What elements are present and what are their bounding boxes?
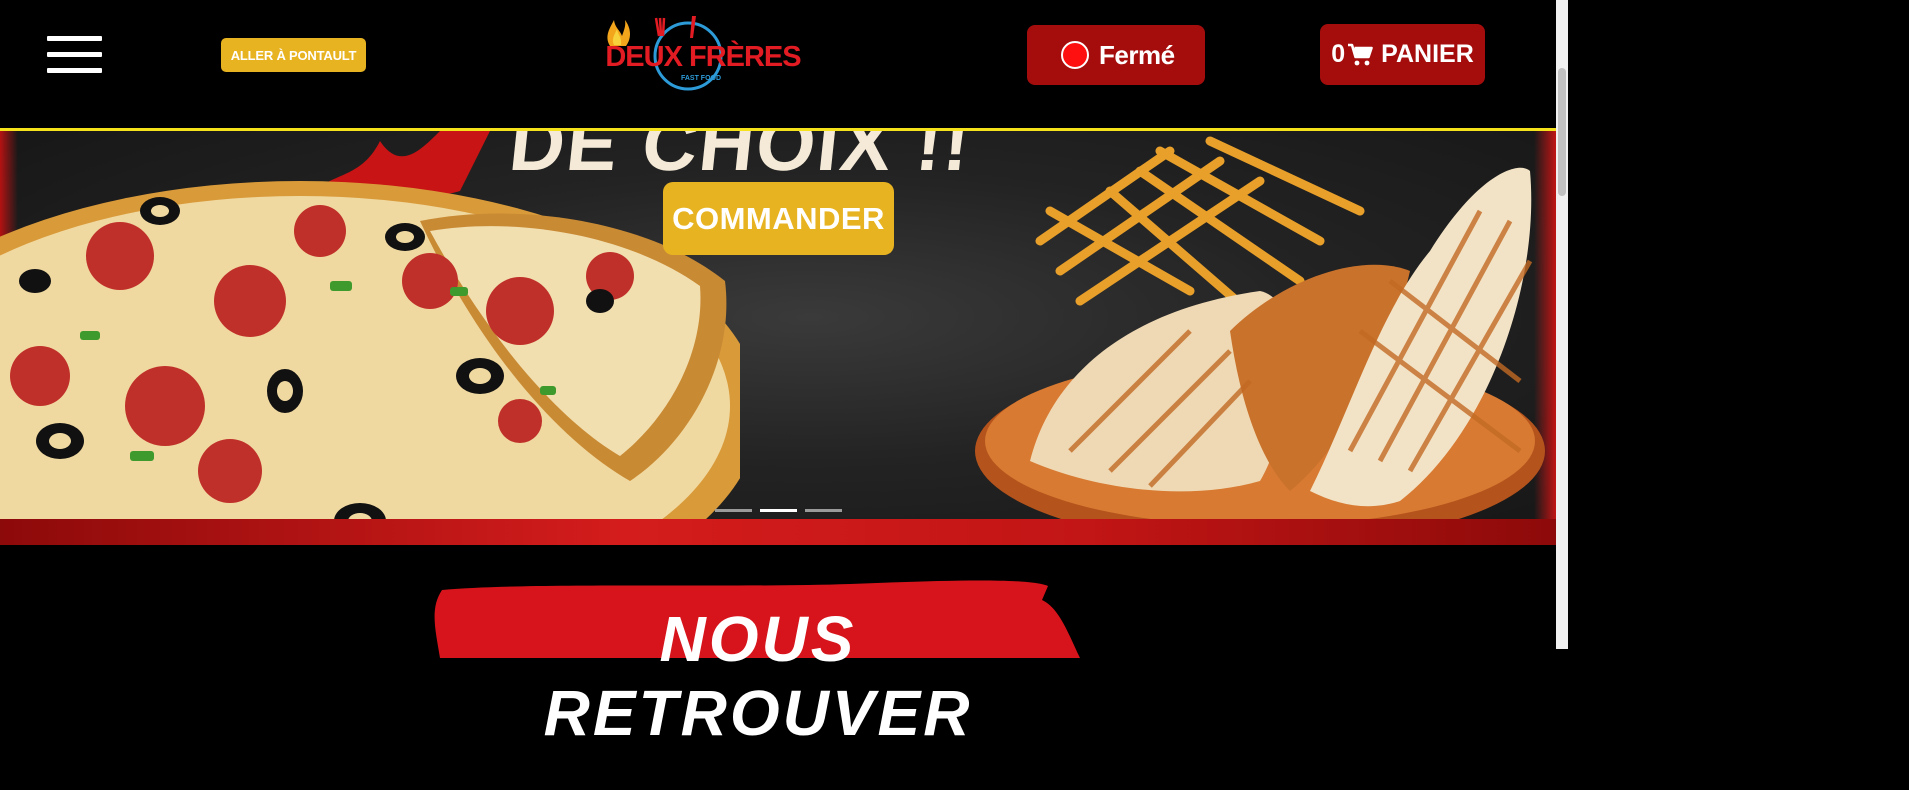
cart-count: 0 xyxy=(1331,40,1346,68)
cart-button[interactable]: 0 PANIER xyxy=(1320,24,1485,85)
deux-freres-logo[interactable]: DEUX FRÈRES FAST FOOD xyxy=(596,14,806,94)
store-status-label: Fermé xyxy=(1099,39,1175,70)
shopping-cart-icon xyxy=(1348,43,1373,65)
store-status-button[interactable]: Fermé xyxy=(1027,25,1205,85)
menu-hamburger-icon[interactable] xyxy=(47,36,102,74)
carousel-indicators xyxy=(715,509,843,513)
carousel-dot-1[interactable] xyxy=(715,509,752,512)
goto-pontault-button[interactable]: ALLER À PONTAULT xyxy=(221,38,366,72)
carousel-dot-3[interactable] xyxy=(805,509,842,512)
order-button[interactable]: COMMANDER xyxy=(663,182,894,255)
page-scrollbar[interactable] xyxy=(1556,0,1568,649)
site-header: ALLER À PONTAULT DEUX FRÈRES FAST FOOD F… xyxy=(0,0,1556,131)
pizza-illustration-icon xyxy=(0,181,740,545)
hero-bottom-band xyxy=(0,519,1556,545)
section-heading: NOUS RETROUVER xyxy=(543,603,973,749)
scrollbar-thumb[interactable] xyxy=(1558,68,1566,196)
tacos-fries-illustration-icon xyxy=(975,136,1545,545)
logo-wordmark: DEUX FRÈRES xyxy=(605,41,801,73)
cart-label: PANIER xyxy=(1381,40,1474,68)
carousel-dot-2[interactable] xyxy=(760,509,797,512)
closed-indicator-icon xyxy=(1061,41,1089,69)
logo-tagline: FAST FOOD xyxy=(680,75,722,82)
